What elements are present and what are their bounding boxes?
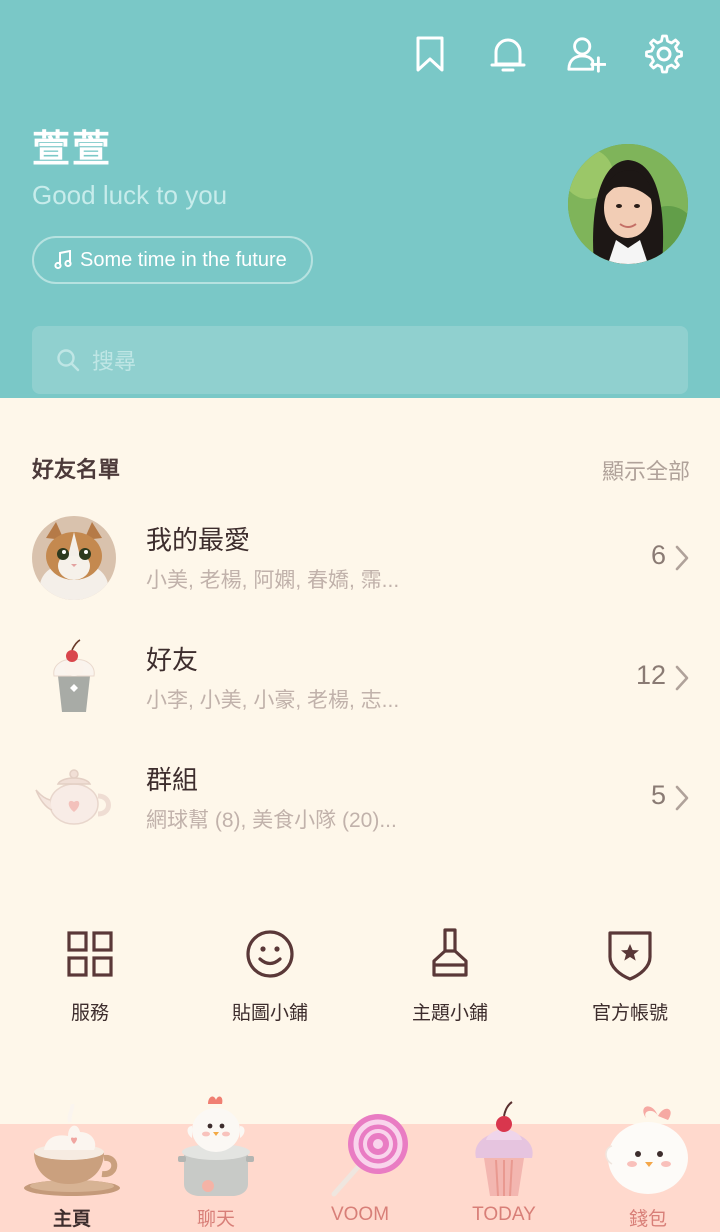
- shortcut-label: 官方帳號: [591, 1002, 668, 1024]
- list-item-count: 12: [635, 660, 666, 690]
- grid-icon: [67, 931, 113, 977]
- list-item-title: 好友: [146, 646, 199, 676]
- nav-label: 聊天: [196, 1209, 235, 1230]
- profile-name[interactable]: 萱萱: [32, 118, 112, 173]
- list-item-subtitle: 網球幫 (8), 美食小隊 (20)...: [146, 809, 397, 832]
- services-button[interactable]: 服務: [0, 924, 180, 1025]
- avatar[interactable]: [568, 144, 688, 264]
- search-input[interactable]: 搜尋: [32, 326, 688, 394]
- music-note-icon: [54, 250, 72, 270]
- list-item-friends[interactable]: 好友 小李, 小美, 小豪, 老楊, 志... 12: [0, 636, 720, 736]
- status-message[interactable]: Good luck to you: [32, 180, 227, 211]
- shield-star-icon: [608, 931, 652, 981]
- nav-today[interactable]: TODAY: [432, 1101, 576, 1232]
- bottom-nav: 主頁 聊天 VOOM TODAY 錢包: [0, 1096, 720, 1232]
- bookmark-icon[interactable]: [410, 32, 450, 76]
- list-item-count: 6: [650, 540, 666, 570]
- shortcut-label: 主題小鋪: [411, 1002, 488, 1024]
- teapot-icon: [32, 756, 116, 840]
- show-all-link[interactable]: 顯示全部: [602, 454, 690, 486]
- cat-avatar: [32, 516, 116, 600]
- header-toolbar: [410, 32, 684, 76]
- chevron-right-icon: [675, 785, 689, 811]
- nav-home[interactable]: 主頁: [0, 1104, 144, 1232]
- bell-icon[interactable]: [488, 32, 528, 76]
- list-item-title: 群組: [146, 766, 199, 796]
- list-item-subtitle: 小美, 老楊, 阿嫻, 春嬌, 霈...: [146, 569, 400, 592]
- chevron-right-icon: [675, 545, 689, 571]
- coffee-cup-icon: [0, 1104, 144, 1200]
- nav-wallet[interactable]: 錢包: [576, 1106, 720, 1232]
- cupcake-icon: [432, 1096, 576, 1200]
- cupcake-icon: [32, 636, 116, 720]
- nav-label: 主頁: [52, 1208, 91, 1230]
- nav-voom[interactable]: VOOM: [288, 1114, 432, 1232]
- add-friend-icon[interactable]: [566, 32, 606, 76]
- friends-section-title: 好友名單: [32, 458, 121, 483]
- list-item-title: 我的最愛: [146, 526, 251, 556]
- chevron-right-icon: [675, 665, 689, 691]
- list-item-subtitle: 小李, 小美, 小豪, 老楊, 志...: [146, 689, 400, 712]
- smiley-icon: [246, 930, 294, 978]
- profile-header: 萱萱 Good luck to you Some time in the fut…: [0, 0, 720, 398]
- nav-chat[interactable]: 聊天: [144, 1096, 288, 1232]
- chicken-pot-icon: [144, 1082, 288, 1200]
- lollipop-icon: [288, 1110, 432, 1202]
- shortcut-label: 服務: [70, 1002, 109, 1024]
- chick-icon: [576, 1102, 720, 1200]
- official-accounts-button[interactable]: 官方帳號: [540, 924, 720, 1025]
- search-placeholder: 搜尋: [92, 350, 137, 375]
- nav-label: 錢包: [628, 1209, 667, 1230]
- nav-label: TODAY: [472, 1204, 536, 1225]
- list-item-groups[interactable]: 群組 網球幫 (8), 美食小隊 (20)... 5: [0, 756, 720, 856]
- shortcut-label: 貼圖小鋪: [231, 1002, 308, 1024]
- brush-icon: [432, 928, 468, 977]
- list-item-favorites[interactable]: 我的最愛 小美, 老楊, 阿嫻, 春嬌, 霈... 6: [0, 516, 720, 616]
- shortcut-bar: 服務 貼圖小鋪 主題小鋪 官方帳號: [0, 924, 720, 1034]
- theme-shop-button[interactable]: 主題小鋪: [360, 924, 540, 1025]
- gear-icon[interactable]: [644, 32, 684, 76]
- music-title: Some time in the future: [80, 248, 287, 271]
- nav-label: VOOM: [330, 1204, 390, 1225]
- sticker-shop-button[interactable]: 貼圖小鋪: [180, 924, 360, 1025]
- list-item-count: 5: [650, 780, 666, 810]
- profile-music-button[interactable]: Some time in the future: [32, 236, 313, 284]
- search-icon: [57, 349, 80, 372]
